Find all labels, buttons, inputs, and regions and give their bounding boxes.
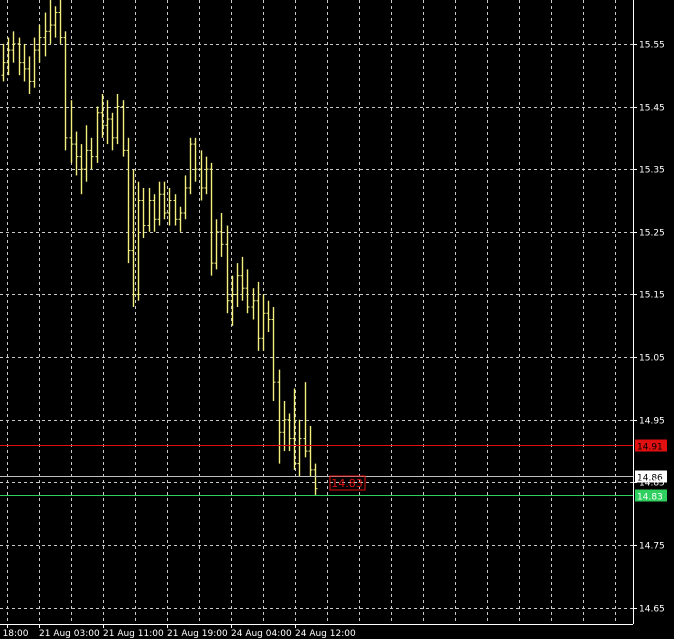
ohlc-bar	[188, 137, 193, 195]
ohlc-bar	[271, 306, 276, 401]
green-level-label: 14.83	[637, 493, 663, 503]
ohlc-bar	[27, 56, 32, 94]
ohlc-bar	[43, 12, 48, 57]
ohlc-bar	[11, 31, 16, 63]
ohlc-bar	[95, 106, 100, 163]
ohlc-bar	[167, 187, 172, 226]
ohlc-bar	[105, 100, 110, 145]
ohlc-bar	[126, 137, 131, 264]
ohlc-bar	[74, 131, 79, 176]
ohlc-bar	[37, 25, 42, 63]
ohlc-bar	[136, 181, 141, 301]
price-tag: 14.83	[329, 475, 366, 491]
red-level-label: 14.91	[637, 443, 663, 453]
ohlc-bar	[32, 37, 37, 88]
ohlc-bar	[219, 213, 224, 257]
ohlc-bar	[84, 125, 89, 182]
price-tick-label: 14.65	[639, 605, 665, 615]
ohlc-bar	[89, 137, 94, 170]
ohlc-bar	[131, 169, 136, 307]
price-tick-label: 15.25	[639, 229, 665, 239]
ohlc-bar	[22, 43, 27, 82]
ohlc-bar	[141, 187, 146, 239]
price-tick-label: 14.75	[639, 542, 665, 552]
ohlc-bar	[199, 150, 204, 201]
ohlc-bar	[53, 6, 58, 38]
price-axis: 15.55 15.45 15.35 15.25 15.15 15.05 14.95 14.85…	[633, 0, 665, 624]
ohlc-bar	[58, 0, 63, 44]
ohlc-bar	[297, 419, 302, 477]
price-tick-label: 15.05	[639, 354, 665, 364]
ohlc-bar	[209, 162, 214, 276]
ohlc-bar	[204, 156, 209, 195]
price-tick-label: 15.45	[639, 104, 665, 114]
ohlc-bar	[245, 269, 250, 314]
time-tick-label: 21 Aug 11:00	[103, 629, 164, 639]
ohlc-bar	[157, 181, 162, 226]
level-lines: 14.9114.8614.83	[0, 439, 667, 503]
time-axis: g 18:00 21 Aug 03:0021 Aug 11:0021 Aug 19…	[0, 624, 633, 639]
ohlc-bar	[235, 263, 240, 307]
ohlc-bar	[261, 294, 266, 351]
chart-grid	[0, 0, 633, 624]
ohlc-bar	[214, 219, 219, 270]
ohlc-bar	[152, 194, 157, 232]
ohlc-bar	[266, 300, 271, 333]
price-tick-label: 15.55	[639, 41, 665, 51]
ohlc-bar	[63, 31, 68, 151]
ohlc-bar	[1, 43, 6, 82]
ohlc-bar	[110, 112, 115, 151]
ohlc-bar	[303, 382, 308, 458]
ohlc-bar	[193, 137, 198, 182]
ohlc-bar	[251, 288, 256, 320]
ohlc-bar	[225, 225, 230, 314]
ohlc-bar	[282, 400, 287, 452]
ohlc-bar	[162, 181, 167, 220]
ohlc-bar	[183, 175, 188, 220]
price-tag-label: 14.83	[331, 477, 363, 490]
ohlc-bar	[256, 281, 261, 351]
ohlc-bar	[69, 100, 74, 163]
ohlc-bar	[308, 426, 313, 477]
time-tick-label: g 18:00	[0, 629, 29, 639]
price-chart[interactable]: 14.9114.8614.83 15.55 15.45 15.35 15.25 15.1…	[0, 0, 674, 639]
ohlc-bar	[313, 463, 318, 495]
ohlc-bar	[48, 0, 53, 44]
ohlc-bar	[178, 206, 183, 232]
price-tick-label: 15.35	[639, 166, 665, 176]
price-tick-label: 15.15	[639, 291, 665, 301]
ohlc-bar	[277, 369, 282, 464]
time-tick-label: 21 Aug 03:00	[39, 629, 100, 639]
price-tick-label: 14.85	[639, 479, 665, 489]
price-tick-label: 14.95	[639, 417, 665, 427]
ohlc-bar	[17, 37, 22, 76]
time-tick-label: 24 Aug 12:00	[295, 629, 356, 639]
ohlc-bar	[173, 194, 178, 226]
ohlc-bar	[147, 187, 152, 232]
ohlc-bar	[121, 100, 126, 157]
time-tick-label: 21 Aug 19:00	[167, 629, 228, 639]
ohlc-bar	[115, 93, 120, 145]
time-tick-label: 24 Aug 04:00	[231, 629, 292, 639]
